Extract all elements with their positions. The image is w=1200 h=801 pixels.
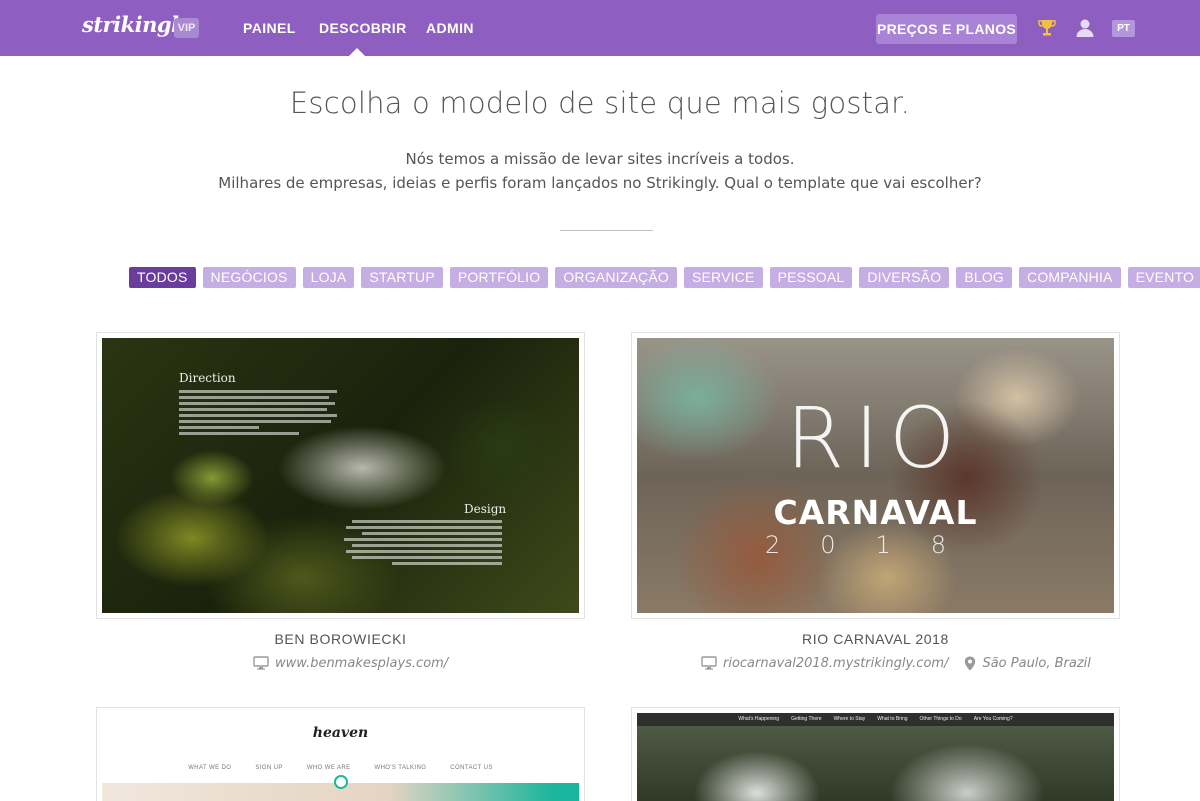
template-card-ben-borowiecki[interactable]: Direction Design — [96, 332, 585, 619]
filter-negocios[interactable]: NEGÓCIOS — [202, 267, 296, 288]
template-thumbnail[interactable]: RIO CARNAVAL 2018 — [637, 338, 1114, 613]
thumb-nav: What's Happening Getting There Where to … — [637, 713, 1114, 726]
filter-blog[interactable]: BLOG — [956, 267, 1013, 288]
template-location: São Paulo, Brazil — [982, 655, 1091, 671]
thumb-nav-item: What to Bring — [877, 716, 908, 722]
filter-service[interactable]: SERVICE — [683, 267, 763, 288]
thumb-paragraph — [342, 520, 502, 568]
thumb-nav-item: SIGN UP — [255, 765, 283, 771]
thumb-word-rio: RIO — [785, 389, 966, 487]
thumb-nav-item: Are You Coming? — [973, 716, 1013, 722]
thumb-nav-item: WHO WE ARE — [306, 765, 351, 771]
thumb-logo-dot — [334, 775, 348, 789]
filter-portfolio[interactable]: PORTFÓLIO — [449, 267, 549, 288]
filter-todos[interactable]: TODOS — [129, 267, 196, 288]
thumb-logo-heaven: heaven — [312, 725, 369, 741]
filter-startup[interactable]: STARTUP — [361, 267, 443, 288]
divider — [560, 230, 653, 231]
user-icon[interactable] — [1075, 18, 1095, 38]
template-url[interactable]: riocarnaval2018.mystrikingly.com/ — [723, 656, 948, 671]
monitor-icon — [701, 656, 717, 670]
thumb-heading-design: Design — [464, 502, 507, 516]
nav-link-painel[interactable]: PAINEL — [243, 20, 296, 36]
template-title[interactable]: RIO CARNAVAL 2018 — [631, 631, 1120, 647]
thumb-word-carnaval: CARNAVAL — [773, 493, 978, 532]
thumb-nav: WHAT WE DO SIGN UP WHO WE ARE WHO'S TALK… — [102, 765, 579, 771]
thumb-nav-item: Other Things to Do — [919, 716, 962, 722]
thumb-nav-item: WHAT WE DO — [188, 765, 232, 771]
template-thumbnail[interactable]: What's Happening Getting There Where to … — [637, 713, 1114, 801]
template-url-row: www.benmakesplays.com/ — [253, 654, 448, 672]
template-url[interactable]: www.benmakesplays.com/ — [275, 656, 448, 671]
filter-evento[interactable]: EVENTO — [1127, 267, 1200, 288]
thumb-paragraph — [179, 390, 339, 438]
template-thumbnail[interactable]: heaven WHAT WE DO SIGN UP WHO WE ARE WHO… — [102, 713, 579, 801]
thumb-year: 2018 — [764, 531, 987, 559]
pricing-plans-button[interactable]: PREÇOS E PLANOS — [876, 14, 1017, 44]
template-title[interactable]: BEN BOROWIECKI — [96, 631, 585, 647]
filter-loja[interactable]: LOJA — [302, 267, 355, 288]
category-filters: TODOS NEGÓCIOS LOJA STARTUP PORTFÓLIO OR… — [129, 267, 1200, 288]
thumb-nav-item: Getting There — [791, 716, 822, 722]
thumb-nav-item: Where to Stay — [833, 716, 866, 722]
template-card-heaven[interactable]: heaven WHAT WE DO SIGN UP WHO WE ARE WHO… — [96, 707, 585, 801]
thumb-heading-direction: Direction — [179, 371, 236, 385]
active-nav-caret — [349, 48, 365, 56]
monitor-icon — [253, 656, 269, 670]
filter-companhia[interactable]: COMPANHIA — [1019, 267, 1121, 288]
page-title: Escolha o modelo de site que mais gostar… — [289, 86, 911, 120]
language-selector[interactable]: PT — [1112, 20, 1135, 37]
filter-diversao[interactable]: DIVERSÃO — [859, 267, 950, 288]
nav-link-admin[interactable]: ADMIN — [426, 20, 474, 36]
nav-link-descobrir[interactable]: DESCOBRIR — [319, 20, 407, 36]
trophy-icon[interactable] — [1037, 18, 1057, 38]
thumb-nav-item: WHO'S TALKING — [374, 765, 427, 771]
template-card-fountain[interactable]: What's Happening Getting There Where to … — [631, 707, 1120, 801]
template-thumbnail[interactable]: Direction Design — [102, 338, 579, 613]
location-pin-icon — [965, 656, 976, 670]
thumb-nav-item: What's Happening — [738, 716, 780, 722]
subtitle-line-1: Nós temos a missão de levar sites incrív… — [405, 150, 795, 168]
subtitle-line-2: Milhares de empresas, ideias e perfis fo… — [218, 174, 982, 192]
vip-badge: VIP — [174, 18, 199, 38]
thumb-nav-item: CONTACT US — [450, 765, 493, 771]
template-card-rio-carnaval[interactable]: RIO CARNAVAL 2018 — [631, 332, 1120, 619]
template-url-row: riocarnaval2018.mystrikingly.com/ São Pa… — [701, 654, 1091, 672]
filter-pessoal[interactable]: PESSOAL — [769, 267, 853, 288]
top-nav: strikingly VIP PAINEL DESCOBRIR ADMIN PR… — [0, 0, 1200, 56]
filter-organizacao[interactable]: ORGANIZAÇÃO — [555, 267, 677, 288]
